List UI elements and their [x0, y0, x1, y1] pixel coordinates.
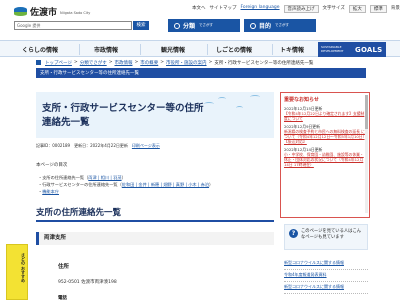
breadcrumb: トップページ > 分類でさがす > 市政情報 > 市の概要 > 市役所・施設の案内 > 支…: [36, 60, 313, 66]
home-icon: [36, 60, 41, 65]
logo-mark-icon: [14, 6, 27, 17]
sdgs-banner[interactable]: SUSTAINABLE DEVELOPMENT GOALS: [318, 42, 386, 57]
toc-link[interactable]: 佐和田 | 金井 | 新穂 | 畑野 | 真野 | 小木 | 赤泊: [122, 182, 209, 187]
nav-item-tourism[interactable]: 観光情報: [161, 43, 185, 56]
nav-item-toki[interactable]: トキ情報: [280, 43, 304, 56]
logo-subtitle: Niigata Sado City: [60, 11, 91, 15]
page-title-banner: 支所・行政サービスセンター等の住所連絡先一覧: [36, 92, 274, 138]
side-banner-text: さどの おすすめ: [21, 253, 26, 283]
question-icon: ?: [289, 229, 298, 238]
search-placeholder: Google 提供: [17, 22, 41, 28]
category-button-label: 分類: [183, 23, 196, 30]
nav-divider: [207, 44, 208, 55]
utility-links: 本文へ サイトマップ Foreign language 音声読み上げ 文字サイズ…: [192, 5, 400, 13]
logo-text: 佐渡市: [30, 8, 58, 18]
purpose-button-sub: でさがす: [275, 23, 290, 27]
nav-item-city-admin[interactable]: 市政情報: [94, 43, 118, 56]
side-promo-banner[interactable]: さどの おすすめ: [6, 244, 28, 300]
search-bar: Google 提供 検索: [14, 21, 149, 30]
nav-divider: [79, 44, 80, 55]
site-logo[interactable]: 佐渡市 Niigata Sado City: [14, 5, 90, 18]
site-header: 佐渡市 Niigata Sado City 本文へ サイトマップ Foreign…: [0, 0, 400, 40]
address-value: 952-0501 佐渡市両津湊198: [58, 280, 117, 285]
toc-item: ・機能本庁: [38, 188, 213, 195]
breadcrumb-link[interactable]: 市政情報: [114, 60, 132, 66]
standard-size-button[interactable]: 標準: [369, 5, 387, 13]
notices-scrollbar[interactable]: [365, 95, 368, 213]
purpose-icon: [250, 22, 256, 29]
toc-item: ・支所の住所連絡先一覧（両津 | 相川 | 羽茂）: [38, 174, 213, 181]
related-pages-title: このページを見ている人はこんなページも見ています: [301, 229, 362, 240]
important-notices: 重要なお知らせ 2022年12月15日更新 【令和4年12月22日より確定されま…: [280, 92, 370, 218]
related-page-link[interactable]: 令和4年度報道発表資料: [284, 270, 368, 282]
search-button[interactable]: 検索: [133, 21, 149, 30]
toc-prefix: 行政サービスセンターの住所連絡先一覧（: [42, 182, 122, 187]
notices-title: 重要なお知らせ: [284, 97, 319, 103]
print-link[interactable]: 印刷ページ表示: [132, 143, 160, 149]
notice-link[interactable]: 小・中学校、保育園・幼稚園、施設等の休業・休止・団体対応の状況について（令和4年…: [284, 152, 366, 167]
toc-item: ・行政サービスセンターの住所連絡先一覧（佐和田 | 金井 | 新穂 | 畑野 |…: [38, 181, 213, 188]
bird-decoration-icon: [218, 97, 226, 101]
nav-divider: [272, 44, 273, 55]
section-heading: 支所の住所連絡先一覧: [36, 206, 274, 222]
text-size-label: 文字サイズ: [322, 6, 345, 11]
related-page-link[interactable]: 新型コロナウイルスに関する情報: [284, 258, 368, 270]
notice-link[interactable]: 【令和4年12月22日より確定されます】支援制度について: [284, 111, 366, 121]
toc-label: 本ページの目次: [36, 163, 68, 168]
article-meta: 記事ID：0002189 更新日：2022年4月22日更新 印刷ページ表示: [36, 143, 160, 149]
bird-decoration-icon: [250, 95, 260, 99]
toc-suffix: ）: [121, 175, 126, 180]
bird-decoration-icon: [204, 102, 214, 106]
nav-item-living[interactable]: くらしの情報: [22, 43, 58, 56]
breadcrumb-link[interactable]: 市役所・施設の案内: [166, 60, 207, 66]
notice-item: 2022年12月14日更新 小・中学校、保育園・幼稚園、施設等の休業・休止・団体…: [284, 147, 366, 167]
purpose-button-label: 目的: [259, 23, 272, 30]
nav-divider: [140, 44, 141, 55]
breadcrumb-link[interactable]: 市の概要: [140, 60, 158, 66]
related-pages-list: 新型コロナウイルスに関する情報 令和4年度報道発表資料 新型コロナウイルスに関す…: [284, 258, 368, 294]
quick-search-buttons: 分類 でさがす 目的 でさがす: [168, 19, 316, 32]
nav-item-jobs[interactable]: しごとの情報: [216, 43, 252, 56]
breadcrumb-link[interactable]: トップページ: [45, 60, 72, 66]
sdgs-goals-text: GOALS: [355, 45, 383, 54]
toc-link[interactable]: 機能本庁: [42, 189, 59, 194]
skip-to-content-link[interactable]: 本文へ: [192, 5, 206, 13]
search-by-purpose-button[interactable]: 目的 でさがす: [244, 19, 316, 32]
breadcrumb-link[interactable]: 分類でさがす: [80, 60, 107, 66]
title-strip: 支所・行政サービスセンター等の住所連絡先一覧: [36, 68, 366, 78]
toc-suffix: ）: [209, 182, 214, 187]
related-pages-header: ? このページを見ている人はこんなページも見ています: [284, 224, 368, 250]
article-updated: 更新日：2022年4月22日更新: [74, 143, 128, 148]
category-icon: [174, 22, 180, 29]
address-label: 住所: [58, 264, 70, 270]
main-nav: くらしの情報 市政情報 観光情報 しごとの情報 トキ情報 SUSTAINABLE…: [0, 40, 400, 57]
voice-reader-button[interactable]: 音声読み上げ: [283, 5, 319, 13]
bird-decoration-icon: [236, 106, 243, 110]
phone-label: 電話: [58, 296, 67, 300]
bg-color-label: 背景色の変更: [390, 6, 400, 11]
article-id: 記事ID：0002189: [36, 143, 71, 148]
foreign-language-link[interactable]: Foreign language: [241, 5, 280, 13]
notice-item: 2022年12月15日更新 【令和4年12月22日より確定されます】支援制度につ…: [284, 106, 366, 121]
toc-prefix: 支所の住所連絡先一覧（: [42, 175, 89, 180]
search-by-category-button[interactable]: 分類 でさがす: [168, 19, 240, 32]
notice-item: 2022年12月9日更新 新潟県の検査予約と市民への無料検査の延長 について（令…: [284, 124, 366, 144]
breadcrumb-current: 支所・行政サービスセンター等の住所連絡先一覧: [214, 61, 314, 66]
search-input[interactable]: Google 提供: [14, 21, 132, 30]
toc-link[interactable]: 両津 | 相川 | 羽茂: [88, 175, 121, 180]
zoom-button[interactable]: 拡大: [348, 5, 366, 13]
page: 佐渡市 Niigata Sado City 本文へ サイトマップ Foreign…: [0, 0, 400, 300]
branch-heading: 両津支所: [36, 232, 274, 245]
sdgs-small-text: SUSTAINABLE DEVELOPMENT: [321, 45, 344, 53]
sitemap-link[interactable]: サイトマップ: [210, 5, 237, 13]
related-page-link[interactable]: 新型コロナウイルスに関する情報: [284, 282, 368, 294]
scrollbar-thumb[interactable]: [365, 95, 368, 129]
category-button-sub: でさがす: [199, 23, 214, 27]
notice-link[interactable]: 新潟県の検査予約と市民への無料検査の延長 について（令和4年12月12日～令和5…: [284, 129, 366, 144]
page-title: 支所・行政サービスセンター等の住所連絡先一覧: [42, 103, 204, 128]
table-of-contents: ・支所の住所連絡先一覧（両津 | 相川 | 羽茂） ・行政サービスセンターの住所…: [38, 174, 213, 195]
